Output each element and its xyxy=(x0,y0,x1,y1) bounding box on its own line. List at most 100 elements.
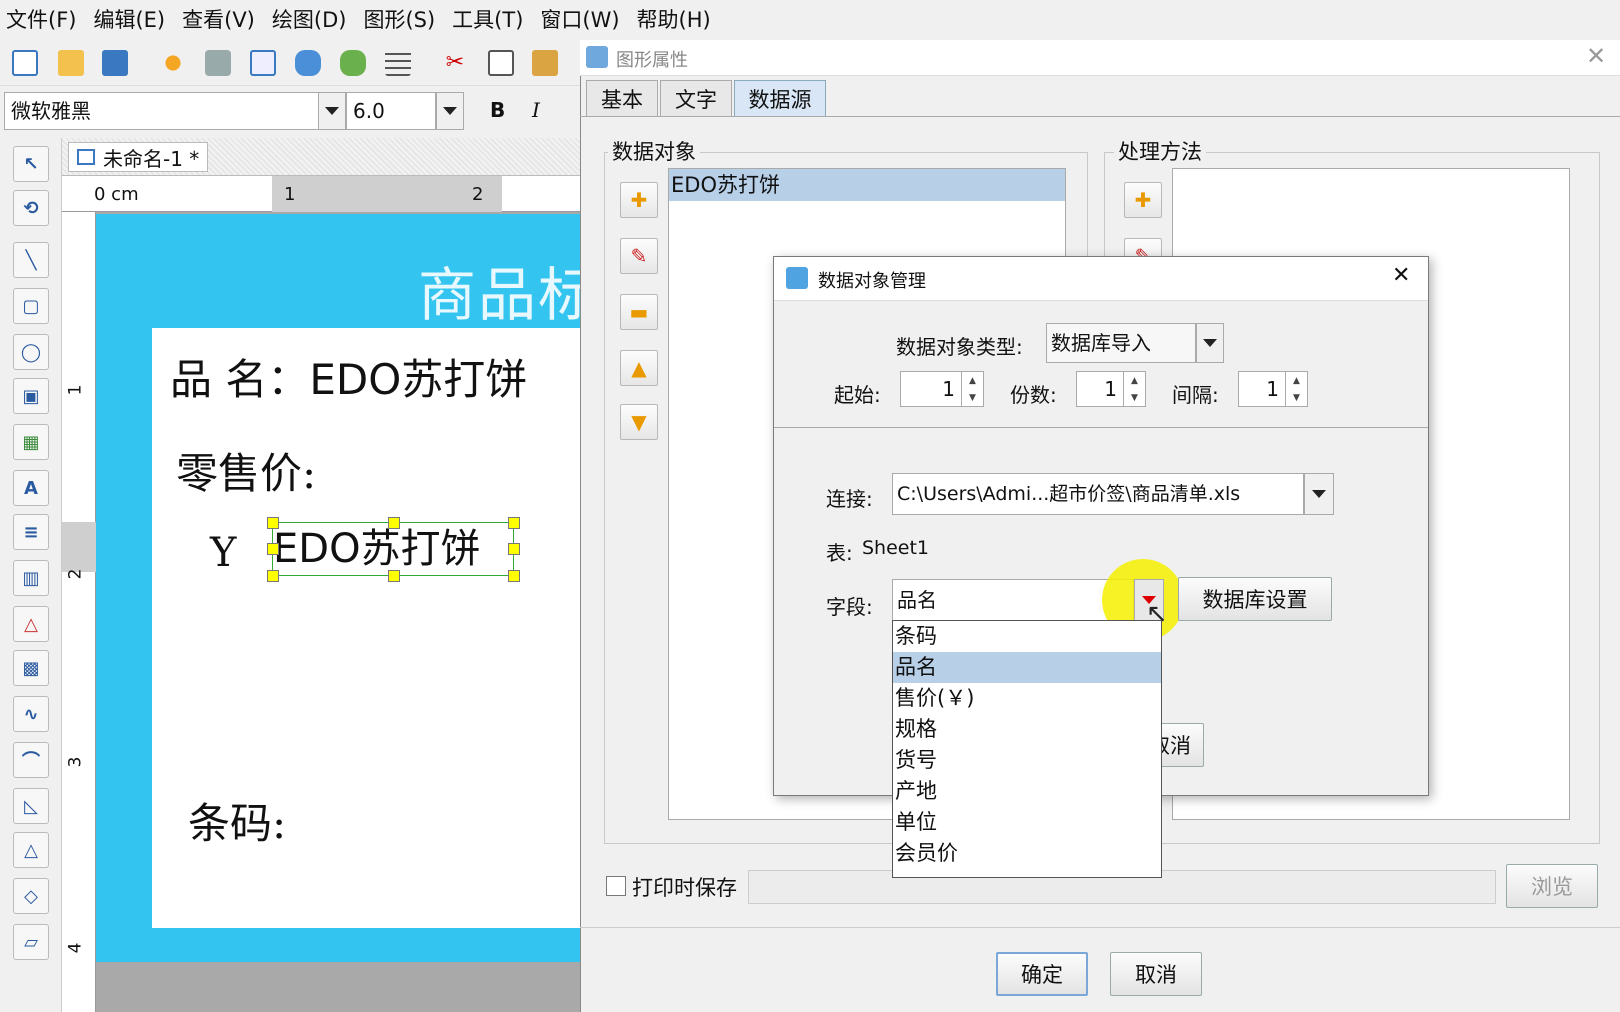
product-name-text[interactable]: 品 名：EDO苏打饼 xyxy=(170,346,527,407)
start-spinner[interactable]: 1 ▲ ▼ xyxy=(900,371,984,407)
database-settings-button[interactable]: 数据库设置 xyxy=(1178,577,1332,621)
interval-spinner[interactable]: 1 ▲ ▼ xyxy=(1238,371,1308,407)
italic-button[interactable]: I xyxy=(532,98,540,122)
close-icon[interactable]: ✕ xyxy=(1392,263,1410,288)
settings-gear-icon[interactable] xyxy=(160,50,186,76)
label-header-text[interactable]: 商品标 xyxy=(418,248,602,332)
spin-down-icon[interactable]: ▼ xyxy=(1285,389,1307,406)
rich-text-tool-icon[interactable]: ≡ xyxy=(13,514,49,550)
connection-select[interactable]: C:\Users\Admi...超市价签\商品清单.xls xyxy=(892,473,1304,515)
qrcode-tool-icon[interactable]: ▩ xyxy=(13,650,49,686)
add-icon[interactable]: ✚ xyxy=(1124,182,1162,218)
resize-handle[interactable] xyxy=(267,570,279,582)
menu-tools[interactable]: 工具(T) xyxy=(452,4,523,34)
text-tool-icon[interactable]: A xyxy=(13,470,49,506)
database-setup-icon[interactable] xyxy=(340,50,366,76)
edit-icon[interactable]: ✎ xyxy=(620,238,658,274)
barcode-tool-icon[interactable]: ▥ xyxy=(13,560,49,596)
move-down-icon[interactable]: ▼ xyxy=(620,404,658,440)
print-preview-icon[interactable] xyxy=(250,50,276,76)
ellipse-tool-icon[interactable]: ◯ xyxy=(13,334,49,370)
dropdown-option[interactable]: 产地 xyxy=(893,776,1161,807)
print-save-checkbox[interactable] xyxy=(606,876,626,896)
barcode-label[interactable]: 条码: xyxy=(188,790,286,851)
tab-text[interactable]: 文字 xyxy=(660,80,732,116)
dropdown-option[interactable]: 单位 xyxy=(893,807,1161,838)
move-up-icon[interactable]: ▲ xyxy=(620,350,658,386)
dropdown-option-selected[interactable]: 品名 xyxy=(893,652,1161,683)
ok-button[interactable]: 确定 xyxy=(996,952,1088,996)
close-icon[interactable]: ✕ xyxy=(1586,42,1606,70)
open-folder-icon[interactable] xyxy=(58,50,84,76)
menu-window[interactable]: 窗口(W) xyxy=(540,4,619,34)
chevron-down-icon xyxy=(325,107,339,115)
font-size-select[interactable]: 6.0 xyxy=(346,92,436,130)
menu-file[interactable]: 文件(F) xyxy=(6,4,76,34)
tab-basic[interactable]: 基本 xyxy=(586,80,658,116)
resize-handle[interactable] xyxy=(388,570,400,582)
copy-icon[interactable] xyxy=(488,50,514,76)
dropdown-option[interactable]: 售价(￥) xyxy=(893,683,1161,714)
grid-icon[interactable] xyxy=(385,50,411,76)
retail-price-label[interactable]: 零售价: xyxy=(176,440,316,501)
menu-draw[interactable]: 绘图(D) xyxy=(272,4,347,34)
paste-icon[interactable] xyxy=(532,50,558,76)
resize-handle[interactable] xyxy=(267,517,279,529)
menu-view[interactable]: 查看(V) xyxy=(182,4,255,34)
chevron-down-icon xyxy=(443,107,457,115)
arc-tool-icon[interactable]: ⌒ xyxy=(13,742,49,778)
line-tool-icon[interactable]: ╲ xyxy=(13,242,49,278)
menu-help[interactable]: 帮助(H) xyxy=(637,4,711,34)
dropdown-option[interactable]: 货号 xyxy=(893,745,1161,776)
connection-label: 连接: xyxy=(826,487,873,511)
resize-handle[interactable] xyxy=(508,517,520,529)
parallelogram-tool-icon[interactable]: ▱ xyxy=(13,924,49,960)
data-object-label: 数据对象 xyxy=(608,136,700,166)
polygon-tool-icon[interactable]: ◺ xyxy=(13,788,49,824)
type-dropdown-button[interactable] xyxy=(1196,323,1224,363)
cut-icon[interactable]: ✂ xyxy=(442,50,468,76)
connection-dropdown-button[interactable] xyxy=(1304,473,1334,515)
font-size-dropdown-button[interactable] xyxy=(436,92,464,130)
selected-text-object[interactable]: EDO苏打饼 xyxy=(272,522,514,576)
resize-handle[interactable] xyxy=(388,517,400,529)
image-tool-icon[interactable]: ▣ xyxy=(13,378,49,414)
triangle-tool-icon[interactable]: △ xyxy=(13,832,49,868)
print-icon[interactable] xyxy=(205,50,231,76)
pointer-tool-icon[interactable]: ↖ xyxy=(13,146,49,182)
type-select[interactable]: 数据库导入 xyxy=(1046,323,1196,363)
pan-tool-icon[interactable]: ⟲ xyxy=(13,190,49,226)
curve-tool-icon[interactable]: ∿ xyxy=(13,696,49,732)
resize-handle[interactable] xyxy=(267,543,279,555)
resize-handle[interactable] xyxy=(508,570,520,582)
browse-button[interactable]: 浏览 xyxy=(1506,864,1598,908)
picture-tool-icon[interactable]: ▦ xyxy=(13,424,49,460)
menu-edit[interactable]: 编辑(E) xyxy=(93,4,165,34)
shape-tool-icon[interactable]: △ xyxy=(13,606,49,642)
font-name-dropdown-button[interactable] xyxy=(318,92,346,130)
dropdown-option[interactable]: 会员价 xyxy=(893,838,1161,869)
new-icon[interactable] xyxy=(12,50,38,76)
cancel-button[interactable]: 取消 xyxy=(1110,952,1202,996)
database-icon[interactable] xyxy=(295,50,321,76)
currency-symbol[interactable]: Y xyxy=(210,530,236,576)
resize-handle[interactable] xyxy=(508,543,520,555)
copies-spinner[interactable]: 1 ▲ ▼ xyxy=(1076,371,1146,407)
tab-data-source[interactable]: 数据源 xyxy=(734,80,826,116)
add-icon[interactable]: ✚ xyxy=(620,182,658,218)
bold-button[interactable]: B xyxy=(490,98,505,122)
document-tab[interactable]: 未命名-1 * xyxy=(68,142,209,172)
menu-shape[interactable]: 图形(S) xyxy=(363,4,435,34)
field-select[interactable]: 品名 xyxy=(892,579,1134,621)
dropdown-option[interactable]: 条码 xyxy=(893,621,1161,652)
diamond-tool-icon[interactable]: ◇ xyxy=(13,878,49,914)
save-icon[interactable] xyxy=(102,50,128,76)
spin-down-icon[interactable]: ▼ xyxy=(1123,389,1145,406)
list-item[interactable]: EDO苏打饼 xyxy=(669,169,1065,201)
properties-dialog-title: 图形属性 xyxy=(616,50,688,71)
font-name-select[interactable]: 微软雅黑 xyxy=(4,92,320,130)
dropdown-option[interactable]: 规格 xyxy=(893,714,1161,745)
remove-icon[interactable]: ▬ xyxy=(620,294,658,330)
rectangle-tool-icon[interactable]: ▢ xyxy=(13,288,49,324)
spin-down-icon[interactable]: ▼ xyxy=(961,389,983,406)
